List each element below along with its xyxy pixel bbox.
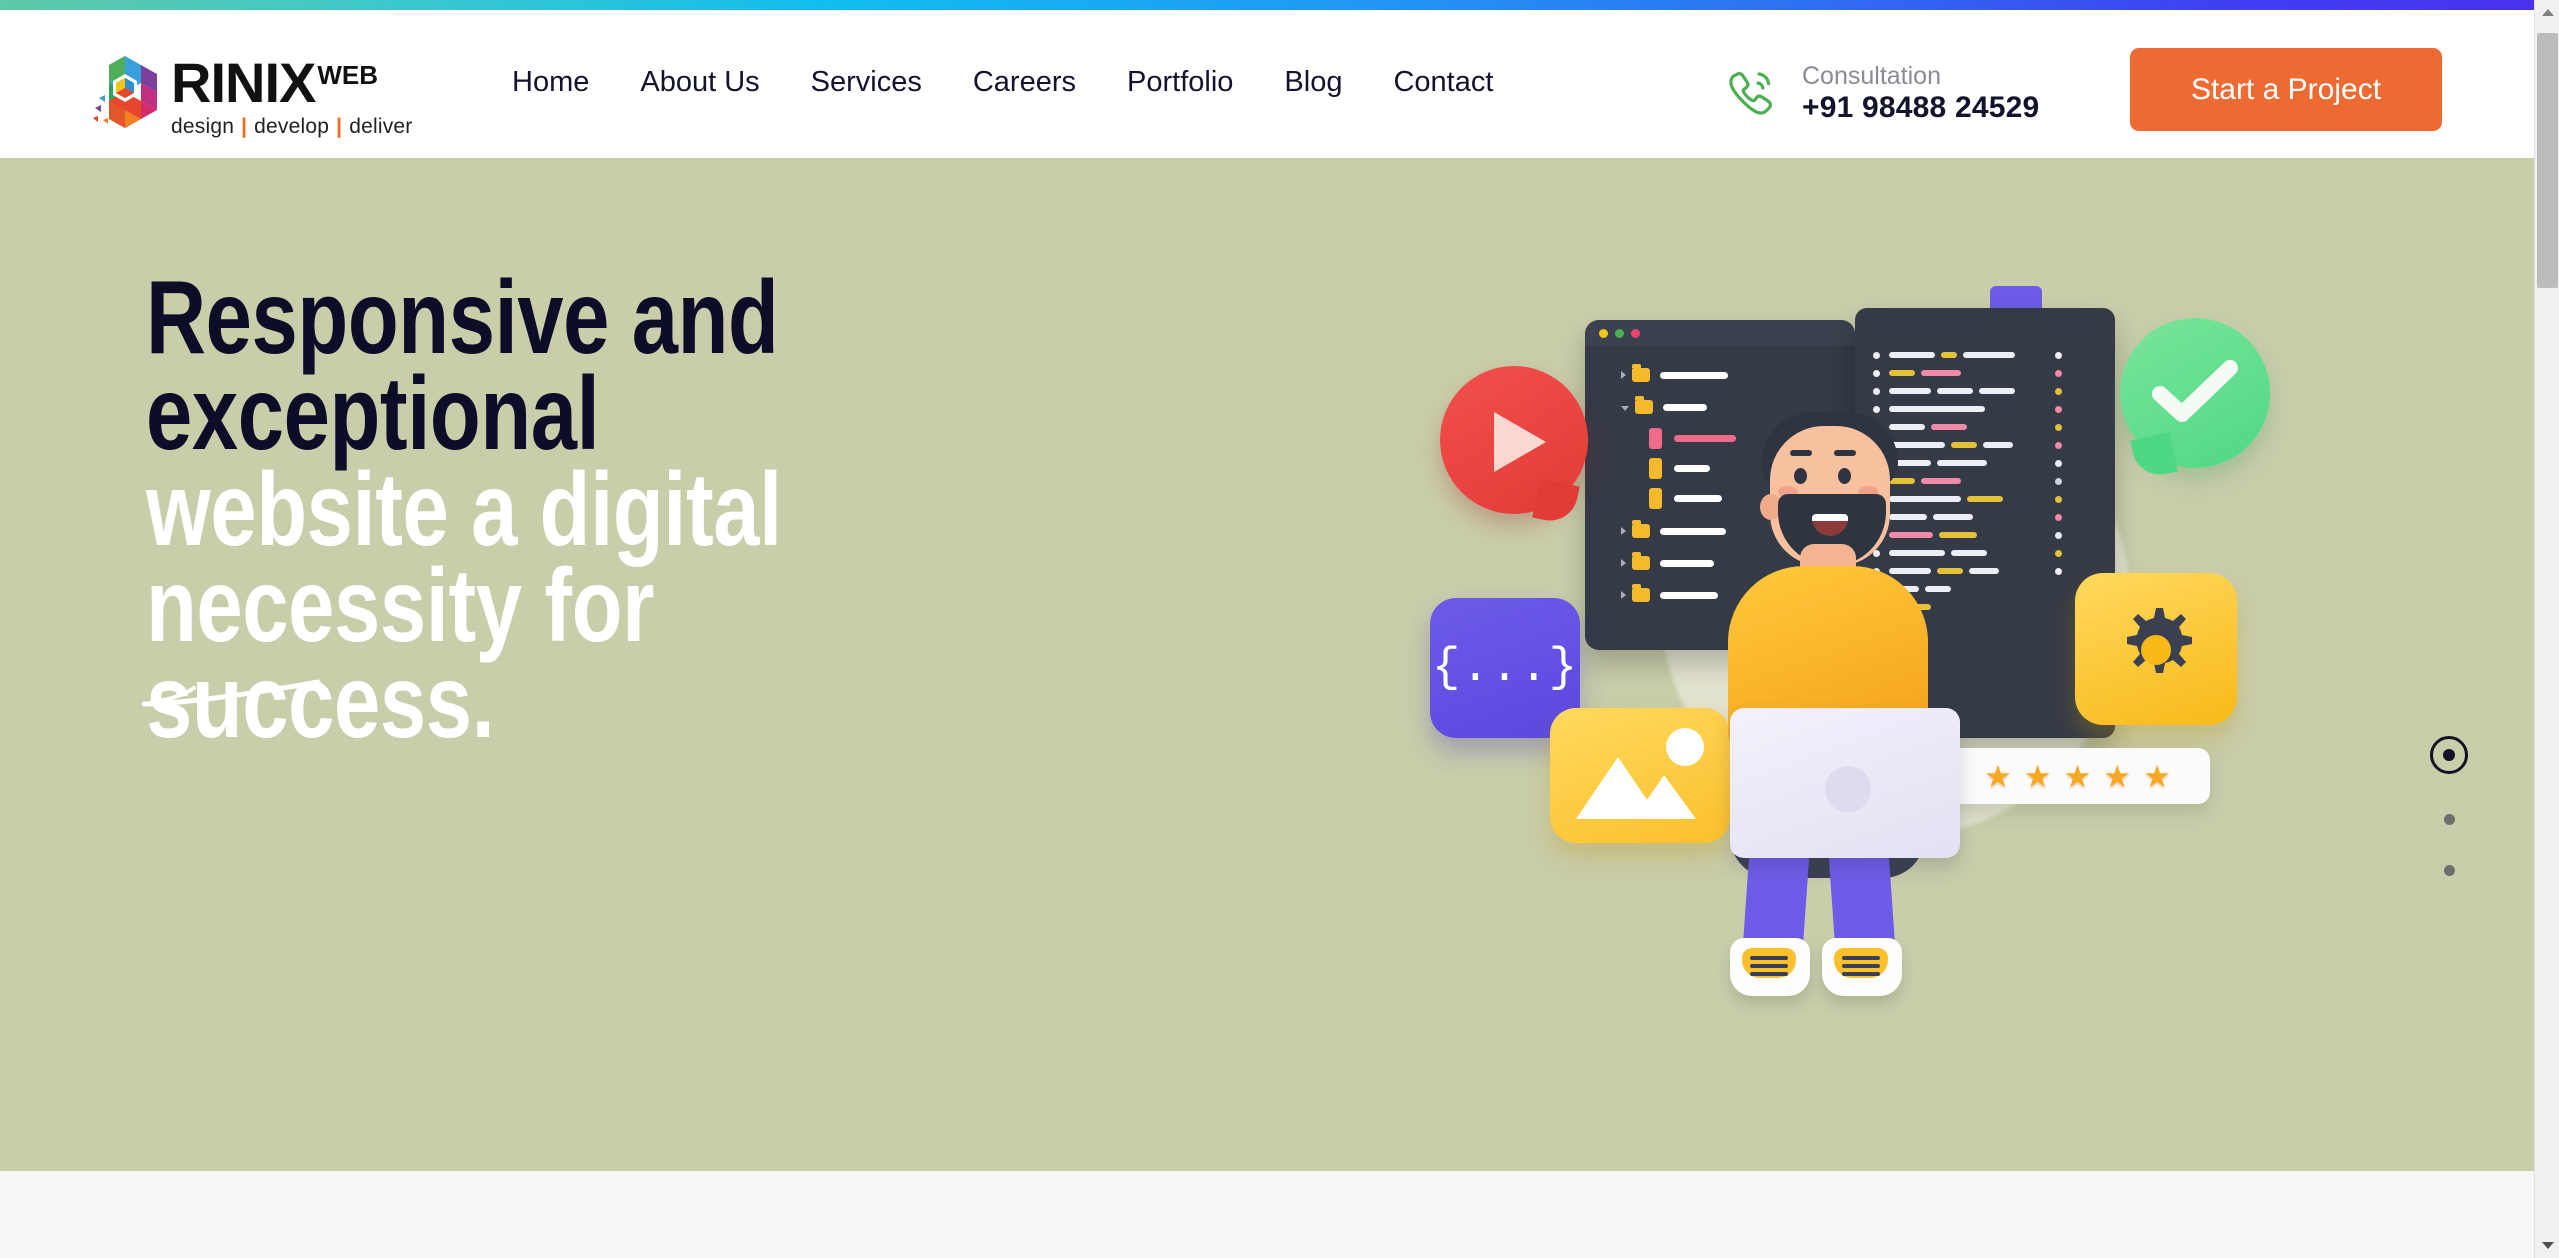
nav-item-contact[interactable]: Contact bbox=[1393, 66, 1493, 99]
nav-item-services[interactable]: Services bbox=[811, 66, 922, 99]
window-titlebar bbox=[1585, 320, 1855, 346]
hero-heading-line-1: Responsive and exceptional bbox=[146, 260, 779, 472]
carousel-dot-3[interactable] bbox=[2443, 865, 2455, 876]
scrollbar-down-button[interactable] bbox=[2535, 1233, 2559, 1258]
nav-item-home[interactable]: Home bbox=[512, 66, 589, 99]
star-icon: ★ bbox=[2023, 758, 2052, 794]
consultation-phone[interactable]: +91 98488 24529 bbox=[1802, 91, 2039, 126]
page-viewport: RINIX WEB design | develop | deliver Hom… bbox=[0, 0, 2534, 1258]
main-navigation: Home About Us Services Careers Portfolio… bbox=[512, 66, 1493, 99]
vertical-scrollbar[interactable] bbox=[2534, 0, 2559, 1258]
chevron-right-icon bbox=[1621, 559, 1626, 567]
top-gradient-bar bbox=[0, 0, 2534, 10]
developer-3d-illustration: {...} ★ ★ ★ ★ ★ bbox=[1430, 286, 2350, 1038]
nav-item-careers[interactable]: Careers bbox=[973, 66, 1076, 99]
hero-heading-line-2: website a digital necessity for bbox=[146, 452, 782, 664]
character-eye-left bbox=[1794, 468, 1807, 484]
laptop bbox=[1730, 708, 1960, 858]
star-icon: ★ bbox=[1984, 758, 2012, 794]
carousel-dot-2[interactable] bbox=[2443, 814, 2455, 825]
character-eye-right bbox=[1838, 468, 1851, 484]
chevron-right-icon bbox=[1621, 527, 1626, 535]
gear-icon bbox=[2127, 608, 2192, 673]
nav-item-about-us[interactable]: About Us bbox=[640, 66, 759, 99]
character-brow-right bbox=[1834, 450, 1856, 456]
phone-call-icon bbox=[1722, 62, 1780, 125]
code-brackets-text: {...} bbox=[1431, 641, 1579, 695]
rating-stars-card: ★ ★ ★ ★ ★ bbox=[1945, 748, 2210, 804]
folder-icon bbox=[1635, 396, 1653, 414]
chevron-right-icon bbox=[1621, 371, 1626, 379]
chevron-down-icon bbox=[2541, 1242, 2554, 1249]
swoosh-underline-icon bbox=[142, 679, 321, 707]
carousel-dot-1-active[interactable] bbox=[2430, 736, 2468, 774]
hero-section: Responsive and exceptional website a dig… bbox=[0, 158, 2534, 1171]
folder-icon bbox=[1632, 364, 1650, 382]
folder-icon bbox=[1632, 584, 1650, 602]
consultation-block[interactable]: Consultation +91 98488 24529 bbox=[1722, 62, 2039, 125]
character-shoe-left bbox=[1730, 938, 1810, 996]
start-a-project-button[interactable]: Start a Project bbox=[2130, 48, 2442, 131]
hero-carousel-dots bbox=[2430, 736, 2468, 876]
tagline-part-design: design bbox=[171, 115, 235, 138]
play-bubble-icon bbox=[1440, 366, 1588, 514]
check-bubble-icon bbox=[2120, 318, 2270, 468]
tagline-separator-1: | bbox=[241, 115, 248, 138]
scrollbar-thumb[interactable] bbox=[2537, 33, 2558, 288]
rinix-hex-logo-icon bbox=[85, 48, 165, 136]
logo-brand-name: RINIX bbox=[171, 51, 316, 114]
star-icon: ★ bbox=[2143, 758, 2171, 794]
folder-icon bbox=[1632, 552, 1650, 570]
consultation-label: Consultation bbox=[1802, 62, 1941, 90]
character-brow-left bbox=[1790, 450, 1812, 456]
star-icon: ★ bbox=[2063, 758, 2092, 794]
scrollbar-up-button[interactable] bbox=[2535, 0, 2559, 25]
site-header: RINIX WEB design | develop | deliver Hom… bbox=[0, 10, 2534, 158]
nav-item-blog[interactable]: Blog bbox=[1284, 66, 1342, 99]
chevron-down-icon bbox=[1621, 406, 1629, 411]
image-placeholder-card bbox=[1550, 708, 1730, 843]
chevron-up-icon bbox=[2541, 9, 2554, 16]
next-section-strip bbox=[0, 1171, 2534, 1258]
browser-page: RINIX WEB design | develop | deliver Hom… bbox=[0, 0, 2559, 1258]
mountain-icon bbox=[1576, 757, 1696, 819]
tagline-part-deliver: deliver bbox=[349, 115, 413, 138]
logo-tagline: design | develop | deliver bbox=[171, 115, 412, 139]
star-icon: ★ bbox=[2103, 758, 2132, 794]
logo-brand-suffix: WEB bbox=[317, 60, 379, 90]
chevron-right-icon bbox=[1621, 591, 1626, 599]
nav-item-portfolio[interactable]: Portfolio bbox=[1127, 66, 1233, 99]
site-logo[interactable]: RINIX WEB design | develop | deliver bbox=[85, 48, 412, 139]
character-shoe-right bbox=[1822, 938, 1902, 996]
tagline-separator-2: | bbox=[336, 115, 343, 138]
gear-settings-card bbox=[2075, 573, 2237, 725]
folder-icon bbox=[1632, 520, 1650, 538]
logo-text-block: RINIX WEB design | develop | deliver bbox=[171, 48, 412, 139]
tagline-part-develop: develop bbox=[254, 115, 330, 138]
